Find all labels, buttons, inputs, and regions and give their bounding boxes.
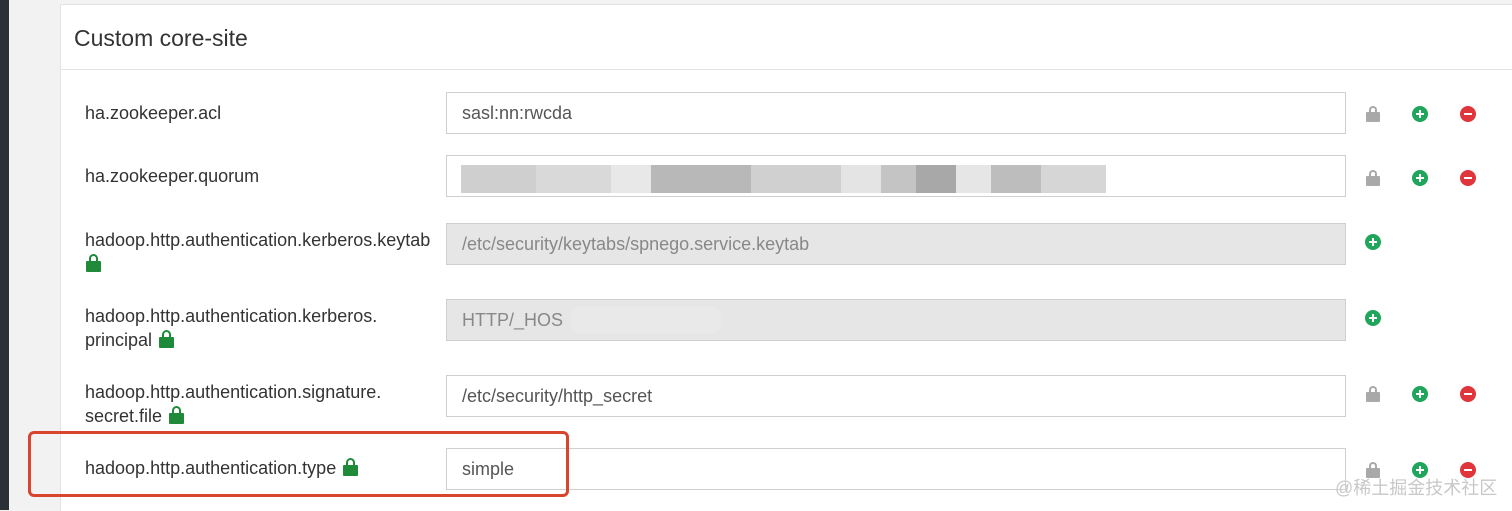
remove-property-button[interactable] (1460, 386, 1476, 402)
section-divider (61, 69, 1512, 70)
lock-icon (86, 254, 101, 272)
property-value-input: /etc/security/keytabs/spnego.service.key… (446, 223, 1346, 265)
add-property-button[interactable] (1365, 234, 1381, 250)
add-property-button[interactable] (1412, 386, 1428, 402)
lock-icon[interactable] (1366, 386, 1380, 402)
redacted-value (571, 307, 721, 333)
property-label: ha.zookeeper.quorum (85, 164, 259, 188)
remove-property-button[interactable] (1460, 106, 1476, 122)
property-name: ha.zookeeper.quorum (85, 166, 260, 186)
property-label: hadoop.http.authentication.signature. se… (85, 380, 381, 428)
lock-icon[interactable] (1366, 106, 1380, 122)
property-name: hadoop.http.authentication.kerberos.keyt… (85, 230, 431, 250)
add-property-button[interactable] (1412, 170, 1428, 186)
property-label: hadoop.http.authentication.kerberos. pri… (85, 304, 377, 352)
property-name: hadoop.http.authentication.kerberos. (85, 306, 378, 326)
property-name-continued: principal (85, 330, 153, 350)
property-value-input[interactable]: simple (446, 448, 1346, 490)
lock-icon (169, 406, 185, 424)
property-value-input[interactable]: sasl:nn:rwcda (446, 92, 1346, 134)
remove-property-button[interactable] (1460, 170, 1476, 186)
property-name-continued: secret.file (85, 406, 163, 426)
property-name: hadoop.http.authentication.signature. (85, 382, 382, 402)
redacted-value (461, 165, 1106, 195)
highlight-annotation (28, 431, 569, 497)
lock-icon[interactable] (1366, 170, 1380, 186)
watermark: @稀土掘金技术社区 (1335, 478, 1498, 498)
section-title: Custom core-site (74, 25, 248, 51)
property-label: hadoop.http.authentication.kerberos.keyt… (85, 228, 430, 276)
property-label: ha.zookeeper.acl (85, 101, 221, 125)
property-name: ha.zookeeper.acl (85, 103, 222, 123)
lock-icon (159, 330, 175, 348)
property-value-input[interactable]: /etc/security/http_secret (446, 375, 1346, 417)
add-property-button[interactable] (1412, 106, 1428, 122)
add-property-button[interactable] (1365, 310, 1381, 326)
window-edge (0, 0, 9, 510)
